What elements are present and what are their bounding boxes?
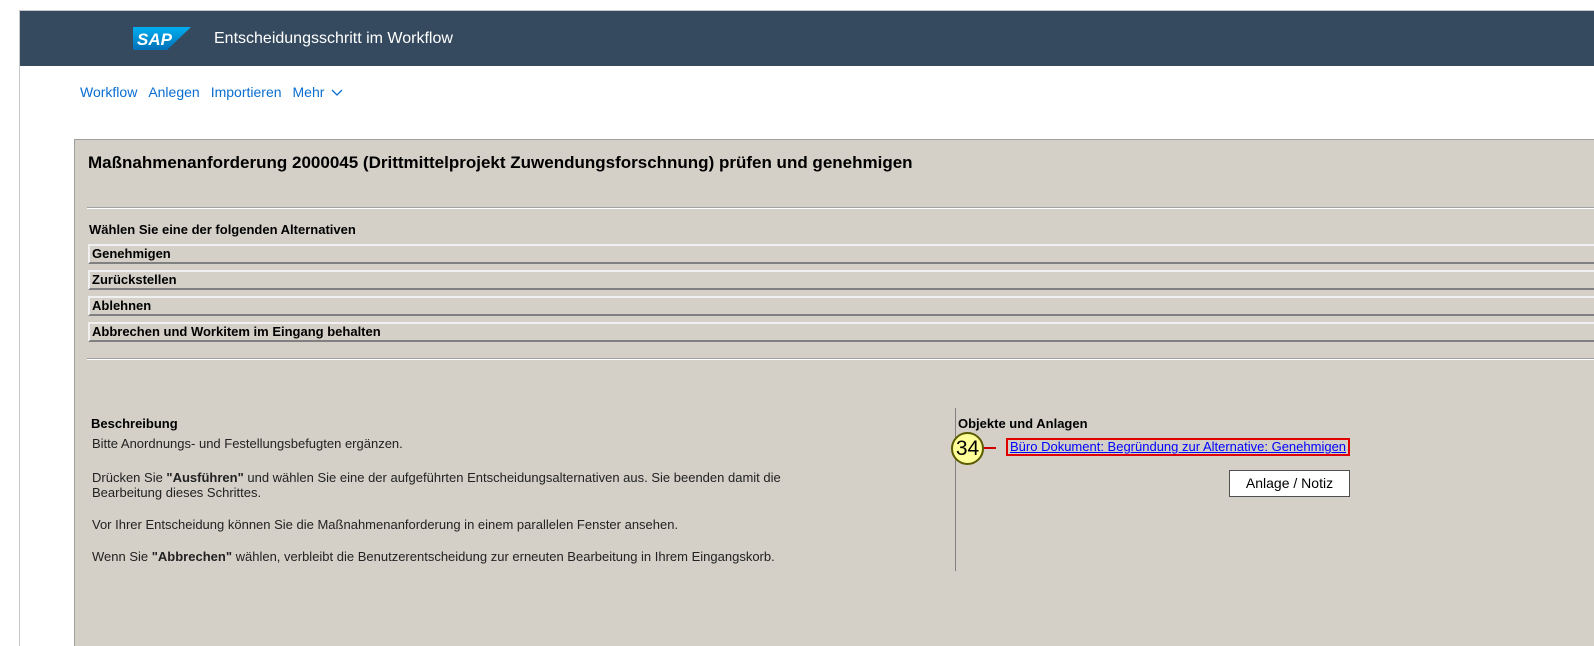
description-line-4-post: wählen, verbleibt die Benutzerentscheidu… (231, 549, 775, 564)
attachment-note-button[interactable]: Anlage / Notiz (1229, 470, 1350, 497)
description-line-1: Bitte Anordnungs- und Festellungsbefugte… (92, 436, 403, 451)
divider (87, 358, 1594, 360)
divider (87, 207, 1594, 209)
abbrechen-keyword: "Abbrechen" (151, 549, 232, 564)
chevron-down-icon (331, 89, 343, 96)
objects-title: Objekte und Anlagen (958, 416, 1088, 431)
menu-mehr-label: Mehr (292, 84, 325, 100)
menu-mehr[interactable]: Mehr (293, 84, 344, 100)
alternatives-heading: Wählen Sie eine der folgenden Alternativ… (89, 222, 356, 237)
description-line-4-pre: Wenn Sie (92, 549, 152, 564)
ausfuehren-keyword: "Ausführen" (166, 470, 244, 485)
column-divider (955, 408, 956, 571)
step-callout-badge: 34 (951, 432, 984, 465)
alternative-genehmigen-button[interactable]: Genehmigen (88, 244, 1594, 264)
description-line-4: Wenn Sie "Abbrechen" wählen, verbleibt d… (92, 549, 775, 564)
menu-bar: Workflow Anlegen Importieren Mehr (80, 84, 343, 100)
description-line-2-pre: Drücken Sie (92, 470, 167, 485)
attachment-link[interactable]: Büro Dokument: Begründung zur Alternativ… (1006, 438, 1351, 456)
app-title: Entscheidungsschritt im Workflow (214, 30, 453, 47)
description-line-2: Drücken Sie "Ausführen" und wählen Sie e… (92, 470, 781, 500)
decision-panel: Maßnahmenanforderung 2000045 (Drittmitte… (74, 139, 1594, 646)
alternative-zurueckstellen-button[interactable]: Zurückstellen (88, 270, 1594, 290)
sap-logo-text: SAP (137, 30, 173, 49)
description-line-3: Vor Ihrer Entscheidung können Sie die Ma… (92, 517, 679, 532)
description-line-2-cont: Bearbeitung dieses Schrittes. (92, 485, 262, 500)
description-line-2-post: und wählen Sie eine der aufgeführten Ent… (243, 470, 781, 485)
menu-anlegen[interactable]: Anlegen (148, 84, 199, 100)
description-title: Beschreibung (91, 416, 178, 431)
shell-bar: SAP Entscheidungsschritt im Workflow (20, 11, 1594, 66)
sap-logo[interactable]: SAP (133, 27, 191, 50)
menu-workflow[interactable]: Workflow (80, 84, 137, 100)
page-title: Maßnahmenanforderung 2000045 (Drittmitte… (88, 153, 913, 172)
alternative-ablehnen-button[interactable]: Ablehnen (88, 296, 1594, 316)
menu-importieren[interactable]: Importieren (211, 84, 282, 100)
alternative-abbrechen-button[interactable]: Abbrechen und Workitem im Eingang behalt… (88, 322, 1594, 342)
callout-connector (984, 447, 996, 449)
